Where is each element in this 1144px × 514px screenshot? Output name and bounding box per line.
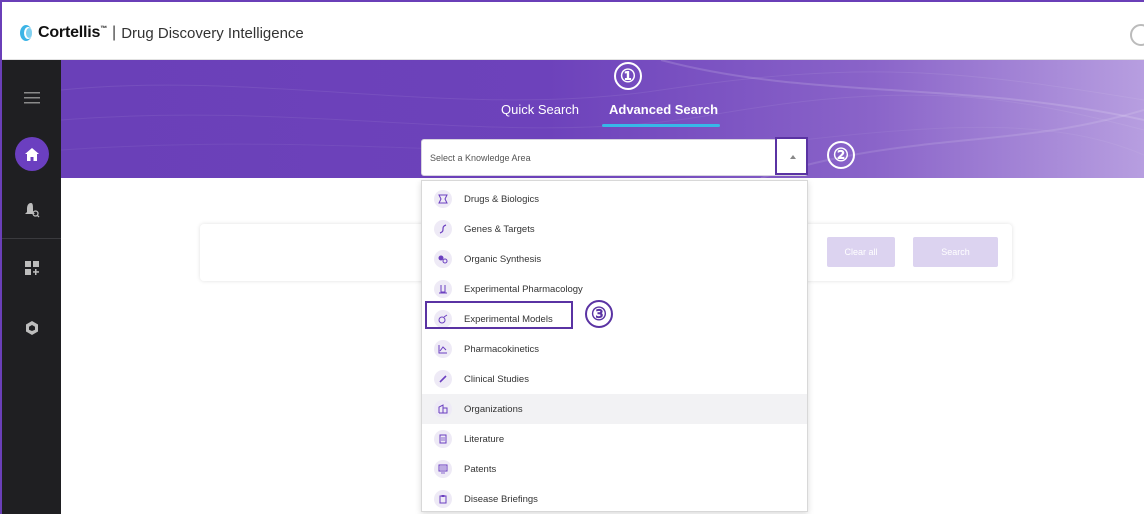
nav-dashboard[interactable]	[2, 248, 61, 288]
molecule-icon	[434, 250, 452, 268]
option-clinical-studies[interactable]: Clinical Studies	[422, 364, 807, 394]
top-bar: Cortellis™ | Drug Discovery Intelligence	[2, 2, 1144, 60]
search-button[interactable]: Search	[913, 237, 998, 267]
left-navigation	[2, 60, 61, 514]
brand: Cortellis™ | Drug Discovery Intelligence	[20, 23, 304, 43]
building-icon	[434, 400, 452, 418]
callout-3: ③	[585, 300, 613, 328]
tab-quick-search[interactable]: Quick Search	[501, 102, 579, 117]
knowledge-area-dropdown: Drugs & Biologics Genes & Targets Organi…	[421, 180, 808, 512]
cortellis-logo-icon	[20, 25, 32, 41]
clipboard-icon	[434, 490, 452, 508]
knowledge-area-placeholder: Select a Knowledge Area	[430, 153, 531, 163]
option-patents[interactable]: Patents	[422, 454, 807, 484]
option-literature[interactable]: Literature	[422, 424, 807, 454]
option-drugs-biologics[interactable]: Drugs & Biologics	[422, 184, 807, 214]
callout-2: ②	[827, 141, 855, 169]
menu-icon[interactable]	[2, 78, 61, 118]
option-experimental-pharmacology[interactable]: Experimental Pharmacology	[422, 274, 807, 304]
clear-all-button[interactable]: Clear all	[827, 237, 895, 267]
option-organic-synthesis[interactable]: Organic Synthesis	[422, 244, 807, 274]
syringe-icon	[434, 370, 452, 388]
option-genes-targets[interactable]: Genes & Targets	[422, 214, 807, 244]
option-organizations[interactable]: Organizations	[422, 394, 807, 424]
experimental-models-highlight	[425, 301, 573, 329]
nav-alerts[interactable]	[2, 190, 61, 230]
active-tab-indicator	[602, 124, 720, 127]
brand-separator: |	[112, 24, 117, 41]
nav-home[interactable]	[2, 134, 61, 174]
chevron-up-icon	[790, 155, 796, 159]
nav-divider	[2, 238, 61, 239]
knowledge-area-toggle[interactable]	[775, 137, 808, 175]
book-icon	[434, 430, 452, 448]
callout-1: ①	[614, 62, 642, 90]
home-icon	[14, 137, 49, 171]
brand-name: Cortellis™	[38, 24, 108, 41]
patent-icon	[434, 460, 452, 478]
nav-apps[interactable]	[2, 308, 61, 348]
product-name: Drug Discovery Intelligence	[121, 24, 304, 42]
knowledge-area-select[interactable]: Select a Knowledge Area	[421, 139, 808, 176]
flask-icon	[434, 280, 452, 298]
hexagon-icon	[25, 321, 38, 335]
bell-search-icon	[24, 203, 39, 218]
user-avatar-icon[interactable]	[1130, 24, 1144, 46]
dna-icon	[434, 220, 452, 238]
option-disease-briefings[interactable]: Disease Briefings	[422, 484, 807, 514]
chart-icon	[434, 340, 452, 358]
option-pharmacokinetics[interactable]: Pharmacokinetics	[422, 334, 807, 364]
dashboard-add-icon	[24, 261, 39, 275]
pill-icon	[434, 190, 452, 208]
tab-advanced-search[interactable]: Advanced Search	[609, 102, 718, 117]
